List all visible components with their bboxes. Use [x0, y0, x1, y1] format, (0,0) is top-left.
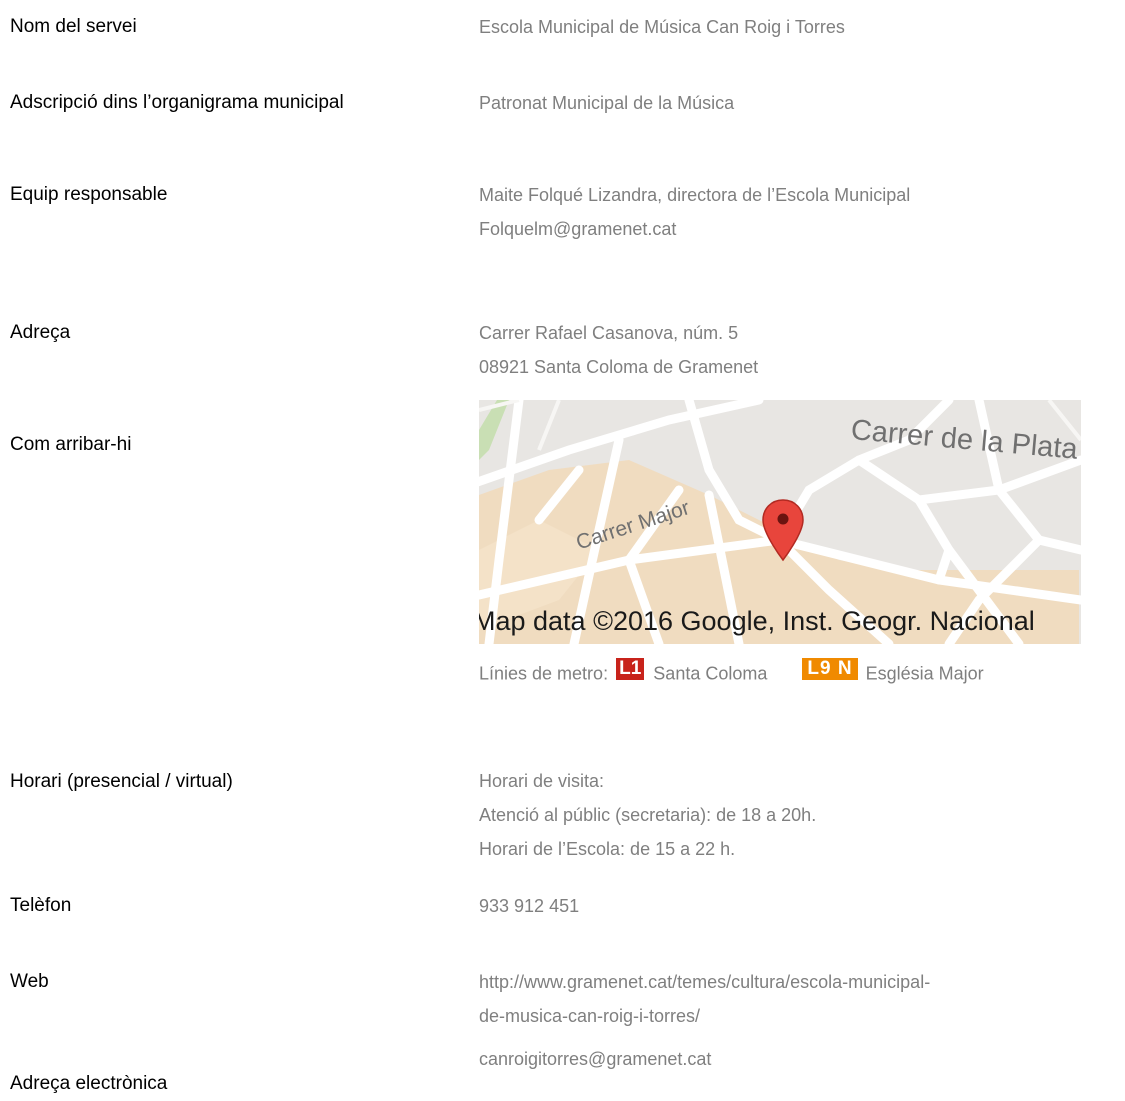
equip-directora: Maite Folqué Lizandra, directora de l’Es…	[479, 185, 911, 205]
metro-prefix: Línies de metro:	[479, 663, 609, 684]
web-url-line1[interactable]: http://www.gramenet.cat/temes/cultura/es…	[479, 965, 930, 999]
metro-l1-station: Santa Coloma	[653, 663, 768, 684]
label-equip-responsable: Equip responsable	[10, 184, 168, 205]
adreca-codi-postal: 08921 Santa Coloma de Gramenet	[479, 357, 759, 377]
value-horari: Horari de visita: Atenció al públic (sec…	[479, 764, 816, 866]
map-copyright: Map data ©2016 Google, Inst. Geogr. Naci…	[479, 606, 1035, 636]
horari-escola: Horari de l’Escola: de 15 a 22 h.	[479, 839, 736, 859]
horari-atencio: Atenció al públic (secretaria): de 18 a …	[479, 805, 817, 825]
label-web: Web	[10, 971, 49, 992]
value-email-link[interactable]: canroigitorres@gramenet.cat	[479, 1042, 711, 1076]
value-telefon[interactable]: 933 912 451	[479, 889, 579, 923]
value-adscripcio: Patronat Municipal de la Música	[479, 93, 735, 113]
equip-email-link[interactable]: Folquelm@gramenet.cat	[479, 212, 910, 246]
label-nom-servei: Nom del servei	[10, 16, 137, 37]
value-web-link[interactable]: http://www.gramenet.cat/temes/cultura/es…	[479, 965, 930, 1033]
label-adscripcio: Adscripció dins l’organigrama municipal	[10, 92, 344, 113]
value-equip-responsable: Maite Folqué Lizandra, directora de l’Es…	[479, 178, 910, 246]
label-horari: Horari (presencial / virtual)	[10, 771, 233, 792]
map-pin-icon[interactable]	[761, 498, 805, 562]
label-adreca-electronica: Adreça electrònica	[10, 1073, 168, 1094]
value-adreca: Carrer Rafael Casanova, núm. 5 08921 San…	[479, 316, 758, 384]
label-com-arribar: Com arribar-hi	[10, 434, 132, 455]
label-telefon: Telèfon	[10, 895, 72, 916]
metro-lines: Línies de metro: L1 Santa Coloma L9 N Es…	[479, 655, 984, 690]
horari-visita: Horari de visita:	[479, 771, 605, 791]
web-url-line2[interactable]: de-musica-can-roig-i-torres/	[479, 999, 930, 1033]
metro-l9-badge-icon: L9 N	[802, 658, 858, 681]
metro-l9-station: Església Major	[865, 663, 984, 684]
location-map[interactable]: Carrer de la Plata Carrer Major Map data…	[479, 400, 1081, 644]
adreca-carrer: Carrer Rafael Casanova, núm. 5	[479, 323, 739, 343]
label-adreca: Adreça	[10, 322, 71, 343]
value-nom-servei: Escola Municipal de Música Can Roig i To…	[479, 17, 845, 37]
metro-l1-badge-icon: L1	[616, 658, 645, 681]
